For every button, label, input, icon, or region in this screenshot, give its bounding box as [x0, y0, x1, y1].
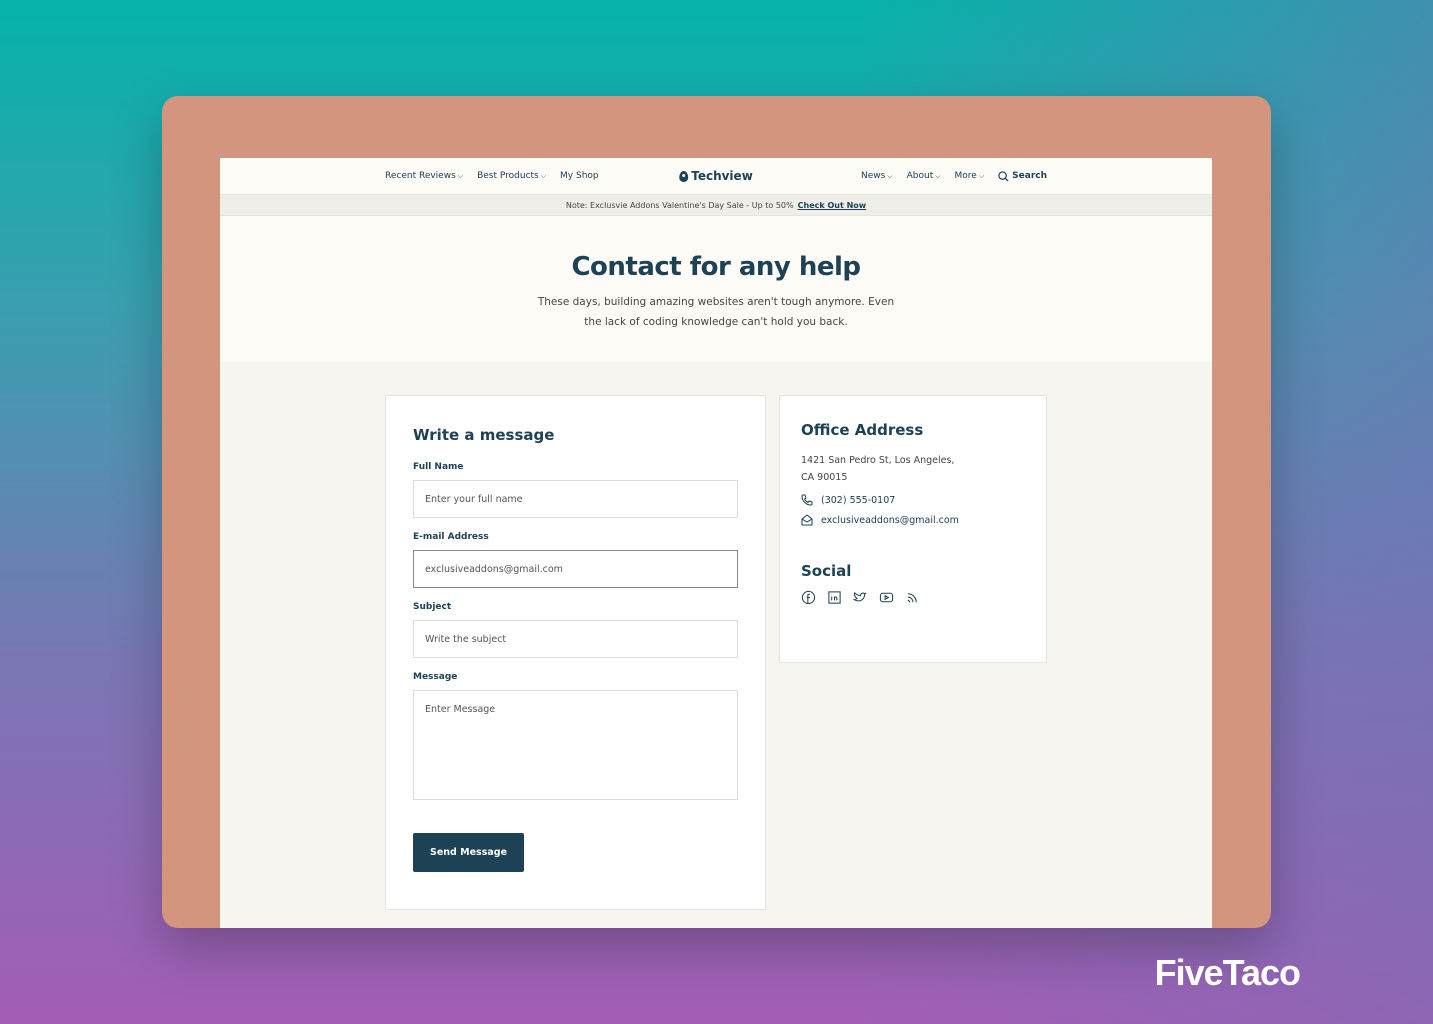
nav-news[interactable]: News ⌵ [861, 171, 893, 181]
send-message-button[interactable]: Send Message [413, 833, 525, 872]
message-label: Message [413, 672, 458, 682]
full-name-label: Full Name [413, 462, 464, 472]
announcement-bar: Note: Exclusvie Addons Valentine's Day S… [220, 194, 1212, 216]
office-title: Office Address [801, 421, 924, 439]
full-name-input[interactable]: Enter your full name [413, 480, 738, 518]
chevron-down-icon: ⌵ [457, 172, 464, 180]
nav-my-shop[interactable]: My Shop [560, 171, 599, 181]
nav-label: About [906, 171, 934, 181]
nav-label: Recent Reviews [385, 171, 456, 181]
chevron-down-icon: ⌵ [978, 172, 985, 180]
page-title: Contact for any help [571, 252, 861, 282]
mail-icon [801, 514, 813, 526]
nav-label: More [954, 171, 977, 181]
chevron-down-icon: ⌵ [935, 172, 941, 180]
contact-form: Write a message Full Name Enter your ful… [385, 395, 766, 910]
pin-icon [679, 170, 689, 182]
linkedin-icon[interactable] [827, 590, 842, 605]
email-row[interactable]: exclusiveaddons@gmail.com [801, 514, 1025, 526]
search-button[interactable]: Search [998, 170, 1047, 182]
form-title: Write a message [413, 426, 555, 444]
address-line: 1421 San Pedro St, Los Angeles, [801, 455, 955, 466]
address: 1421 San Pedro St, Los Angeles, CA 90015 [801, 452, 1025, 486]
email-label: E-mail Address [413, 532, 489, 542]
youtube-icon[interactable] [879, 590, 894, 605]
nav-label: Best Products [477, 171, 539, 181]
facebook-icon[interactable] [801, 590, 816, 605]
phone-number: (302) 555-0107 [821, 494, 896, 506]
social-title: Social [801, 562, 852, 580]
email-input[interactable]: exclusiveaddons@gmail.com [413, 550, 738, 588]
note-text: Note: Exclusvie Addons Valentine's Day S… [565, 201, 794, 210]
search-icon [998, 170, 1009, 182]
nav-label: News [860, 171, 886, 181]
logo-text: Techview [691, 169, 753, 183]
nav-recent-reviews[interactable]: Recent Reviews ⌵ [385, 171, 463, 181]
subject-input[interactable]: Write the subject [413, 620, 738, 658]
email-address: exclusiveaddons@gmail.com [821, 514, 959, 526]
logo[interactable]: Techview [679, 169, 753, 183]
office-address-card: Office Address 1421 San Pedro St, Los An… [779, 395, 1047, 663]
twitter-icon[interactable] [853, 590, 868, 605]
page-subtitle: These days, building amazing websites ar… [537, 296, 895, 328]
subject-label: Subject [413, 602, 452, 612]
phone-icon [801, 494, 813, 506]
social-icons [801, 590, 1025, 605]
address-line: CA 90015 [801, 472, 848, 483]
hero: Contact for any help These days, buildin… [220, 216, 1212, 362]
message-textarea[interactable]: Enter Message [413, 690, 738, 800]
top-nav: Recent Reviews ⌵ Best Products ⌵ My Shop T… [220, 158, 1212, 194]
chevron-down-icon: ⌵ [887, 172, 893, 180]
rss-icon[interactable] [905, 590, 920, 605]
fivetaco-logo: FiveTaco [1154, 952, 1301, 993]
nav-about[interactable]: About ⌵ [907, 171, 941, 181]
browser-frame: Recent Reviews ⌵ Best Products ⌵ My Shop T… [162, 96, 1271, 928]
phone-row[interactable]: (302) 555-0107 [801, 494, 1025, 506]
contact-page: Recent Reviews ⌵ Best Products ⌵ My Shop T… [220, 158, 1212, 928]
check-out-link[interactable]: Check Out Now [798, 201, 867, 210]
nav-more[interactable]: More ⌵ [955, 171, 985, 181]
chevron-down-icon: ⌵ [540, 172, 547, 180]
nav-best-products[interactable]: Best Products ⌵ [477, 171, 546, 181]
search-label: Search [1012, 171, 1047, 181]
